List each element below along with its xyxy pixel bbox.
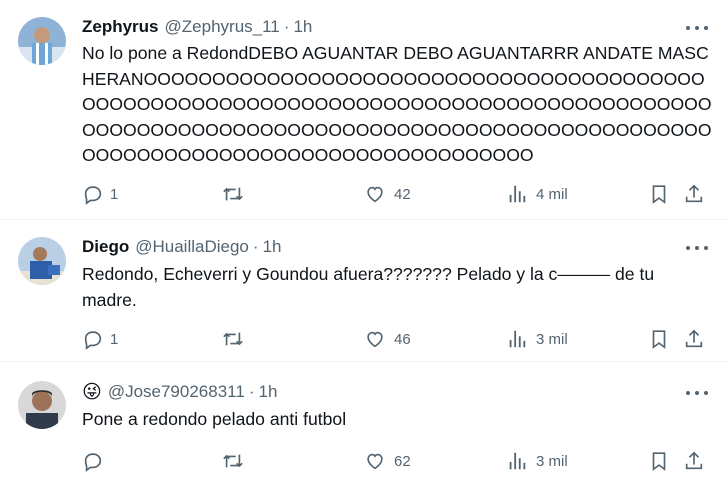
- reply-icon: [84, 331, 102, 350]
- like-button[interactable]: 42: [364, 182, 411, 206]
- tweet-actions: 62 3 mil: [82, 449, 712, 473]
- timestamp[interactable]: 1h: [263, 237, 282, 257]
- like-count: 62: [394, 452, 411, 470]
- like-button[interactable]: 46: [364, 327, 411, 351]
- reply-icon: [84, 453, 102, 472]
- retweet-icon: [223, 454, 243, 468]
- tweet-actions: 1 42 4 mil: [82, 182, 712, 206]
- separator: ·: [283, 17, 290, 36]
- user-handle[interactable]: @Zephyrus_11: [165, 17, 280, 37]
- like-icon: [367, 186, 383, 203]
- reply-button[interactable]: 1: [82, 327, 118, 351]
- tweet-header: 😜 @Jose790268311 · 1h: [82, 381, 277, 403]
- user-handle[interactable]: @HuaillaDiego: [135, 237, 249, 257]
- reply-count: 1: [110, 330, 119, 348]
- reply-button[interactable]: [82, 449, 110, 473]
- display-name-emoji[interactable]: 😜: [82, 383, 102, 402]
- bookmark-icon: [652, 330, 666, 349]
- views-icon: [509, 330, 526, 348]
- views-button[interactable]: 3 mil: [506, 449, 568, 473]
- views-count: 4 mil: [536, 185, 568, 203]
- bookmark-icon: [652, 452, 666, 471]
- tweet-text: No lo pone a RedondDEBO AGUANTAR DEBO AG…: [82, 43, 712, 165]
- retweet-icon: [223, 332, 243, 346]
- views-count: 3 mil: [536, 330, 568, 348]
- views-icon: [509, 452, 526, 470]
- tweet[interactable]: Diego @HuaillaDiego · 1h Redondo, Echeve…: [0, 221, 728, 362]
- retweet-button[interactable]: [222, 449, 252, 473]
- tweet-header: Diego @HuaillaDiego · 1h: [82, 236, 281, 258]
- like-count: 42: [394, 185, 411, 203]
- like-icon: [367, 453, 383, 470]
- share-icon: [685, 184, 703, 203]
- user-handle[interactable]: @Jose790268311: [108, 382, 245, 402]
- separator: ·: [252, 237, 259, 256]
- like-count: 46: [394, 330, 411, 348]
- reply-button[interactable]: 1: [82, 182, 118, 206]
- views-count: 3 mil: [536, 452, 568, 470]
- like-icon: [367, 331, 383, 348]
- like-button[interactable]: 62: [364, 449, 411, 473]
- tweet-actions: 1 46 3 mil: [82, 327, 712, 351]
- reply-icon: [84, 186, 102, 205]
- display-name[interactable]: Zephyrus: [82, 17, 159, 37]
- avatar[interactable]: [18, 381, 66, 429]
- retweet-icon: [223, 187, 243, 201]
- views-icon: [509, 185, 526, 203]
- tweet-text: Pone a redondo pelado anti futbol: [82, 409, 347, 429]
- bookmark-button[interactable]: [648, 182, 670, 206]
- timestamp[interactable]: 1h: [293, 17, 312, 37]
- share-icon: [685, 329, 703, 348]
- views-button[interactable]: 4 mil: [506, 182, 568, 206]
- tweet[interactable]: 😜 @Jose790268311 · 1h Pone a redondo pel…: [0, 363, 728, 488]
- timestamp[interactable]: 1h: [258, 382, 277, 402]
- bookmark-button[interactable]: [648, 449, 670, 473]
- retweet-button[interactable]: [222, 182, 252, 206]
- more-icon[interactable]: [686, 20, 708, 36]
- views-button[interactable]: 3 mil: [506, 327, 568, 351]
- separator: ·: [248, 382, 255, 401]
- bookmark-icon: [652, 185, 666, 204]
- avatar[interactable]: [18, 237, 66, 285]
- more-icon[interactable]: [686, 385, 708, 401]
- share-icon: [685, 451, 703, 470]
- avatar[interactable]: [18, 17, 66, 65]
- retweet-button[interactable]: [222, 327, 252, 351]
- share-button[interactable]: [683, 182, 705, 206]
- display-name[interactable]: Diego: [82, 237, 129, 257]
- tweet-text: Redondo, Echeverri y Goundou afuera?????…: [82, 264, 655, 310]
- tweet-header: Zephyrus @Zephyrus_11 · 1h: [82, 16, 312, 38]
- tweet[interactable]: Zephyrus @Zephyrus_11 · 1h No lo pone a …: [0, 0, 728, 220]
- share-button[interactable]: [683, 327, 705, 351]
- reply-count: 1: [110, 185, 119, 203]
- more-icon[interactable]: [686, 240, 708, 256]
- share-button[interactable]: [683, 449, 705, 473]
- bookmark-button[interactable]: [648, 327, 670, 351]
